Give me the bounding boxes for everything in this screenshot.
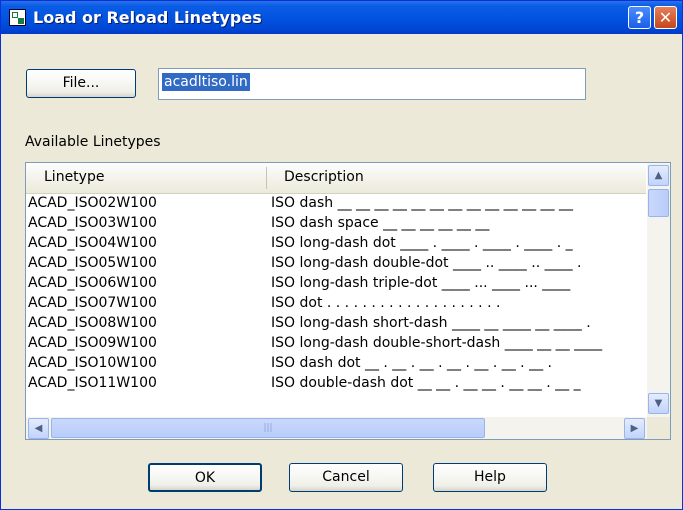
linetype-name: ACAD_ISO05W100 xyxy=(28,255,157,271)
linetype-name: ACAD_ISO06W100 xyxy=(28,275,157,291)
ok-button[interactable]: OK xyxy=(148,463,262,492)
column-header-linetype[interactable]: Linetype xyxy=(44,169,104,185)
linetype-name: ACAD_ISO02W100 xyxy=(28,195,157,211)
list-item[interactable]: ACAD_ISO10W100 ISO dash dot __ . __ . __ … xyxy=(26,354,646,374)
help-question-icon[interactable]: ? xyxy=(628,6,651,29)
list-item[interactable]: ACAD_ISO06W100 ISO long-dash triple-dot _… xyxy=(26,274,646,294)
linetype-description: ISO dash __ __ __ __ __ __ __ __ __ __ _… xyxy=(271,195,573,211)
linetype-name: ACAD_ISO07W100 xyxy=(28,295,157,311)
scrollbar-corner xyxy=(647,417,670,439)
list-item[interactable]: ACAD_ISO07W100 ISO dot . . . . . . . . . … xyxy=(26,294,646,314)
filename-value: acadltiso.lin xyxy=(162,73,250,91)
cancel-button[interactable]: Cancel xyxy=(289,463,403,492)
list-rows: ACAD_ISO02W100 ISO dash __ __ __ __ __ __… xyxy=(26,194,646,416)
linetype-description: ISO long-dash double-short-dash ____ __ … xyxy=(271,335,603,351)
list-item[interactable]: ACAD_ISO02W100 ISO dash __ __ __ __ __ __… xyxy=(26,194,646,214)
dialog-window: Load or Reload Linetypes ? ✕ File... aca… xyxy=(0,0,683,510)
linetypes-list[interactable]: Linetype Description ACAD_ISO02W100 ISO d… xyxy=(25,162,671,440)
list-item[interactable]: ACAD_ISO08W100 ISO long-dash short-dash _… xyxy=(26,314,646,334)
dialog-title: Load or Reload Linetypes xyxy=(33,8,262,27)
linetype-name: ACAD_ISO11W100 xyxy=(28,375,157,391)
list-item[interactable]: ACAD_ISO04W100 ISO long-dash dot ____ . _… xyxy=(26,234,646,254)
scroll-left-icon[interactable]: ◀ xyxy=(28,418,49,439)
list-header: Linetype Description xyxy=(26,163,646,194)
linetype-description: ISO long-dash dot ____ . ____ . ____ . _… xyxy=(271,235,573,251)
vertical-scrollbar[interactable]: ▲ ▼ xyxy=(647,163,670,417)
list-item[interactable]: ACAD_ISO05W100 ISO long-dash double-dot _… xyxy=(26,254,646,274)
title-bar[interactable]: Load or Reload Linetypes ? ✕ xyxy=(1,1,682,34)
horizontal-scrollbar[interactable]: ◀ ||| ▶ xyxy=(26,417,647,439)
linetype-description: ISO double-dash dot __ __ . __ __ . __ _… xyxy=(271,375,581,391)
list-item[interactable]: ACAD_ISO09W100 ISO long-dash double-short… xyxy=(26,334,646,354)
help-button[interactable]: Help xyxy=(433,463,547,492)
linetype-description: ISO long-dash short-dash ____ __ ____ __… xyxy=(271,315,591,331)
scroll-right-icon[interactable]: ▶ xyxy=(624,418,645,439)
list-item[interactable]: ACAD_ISO11W100 ISO double-dash dot __ __ … xyxy=(26,374,646,394)
filename-field[interactable]: acadltiso.lin xyxy=(158,68,586,100)
linetype-name: ACAD_ISO04W100 xyxy=(28,235,157,251)
column-header-description[interactable]: Description xyxy=(284,169,364,185)
column-divider[interactable] xyxy=(266,167,267,189)
linetype-description: ISO dash space __ __ __ __ __ __ xyxy=(271,215,490,231)
linetype-description: ISO dot . . . . . . . . . . . . . . . . … xyxy=(271,295,501,311)
scroll-up-icon[interactable]: ▲ xyxy=(648,165,669,186)
linetype-name: ACAD_ISO10W100 xyxy=(28,355,157,371)
list-item[interactable]: ACAD_ISO03W100 ISO dash space __ __ __ __… xyxy=(26,214,646,234)
linetype-name: ACAD_ISO08W100 xyxy=(28,315,157,331)
linetype-app-icon xyxy=(9,9,26,26)
linetype-name: ACAD_ISO03W100 xyxy=(28,215,157,231)
file-button[interactable]: File... xyxy=(26,69,136,98)
linetype-description: ISO long-dash double-dot ____ .. ____ ..… xyxy=(271,255,582,271)
vertical-scroll-thumb[interactable] xyxy=(648,189,669,217)
linetype-description: ISO long-dash triple-dot ____ ... ____ .… xyxy=(271,275,571,291)
linetype-name: ACAD_ISO09W100 xyxy=(28,335,157,351)
scroll-down-icon[interactable]: ▼ xyxy=(648,393,669,414)
available-linetypes-label: Available Linetypes xyxy=(25,134,161,150)
horizontal-scroll-thumb[interactable]: ||| xyxy=(51,418,485,438)
close-icon[interactable]: ✕ xyxy=(654,6,677,29)
linetype-description: ISO dash dot __ . __ . __ . __ . __ . __… xyxy=(271,355,552,371)
